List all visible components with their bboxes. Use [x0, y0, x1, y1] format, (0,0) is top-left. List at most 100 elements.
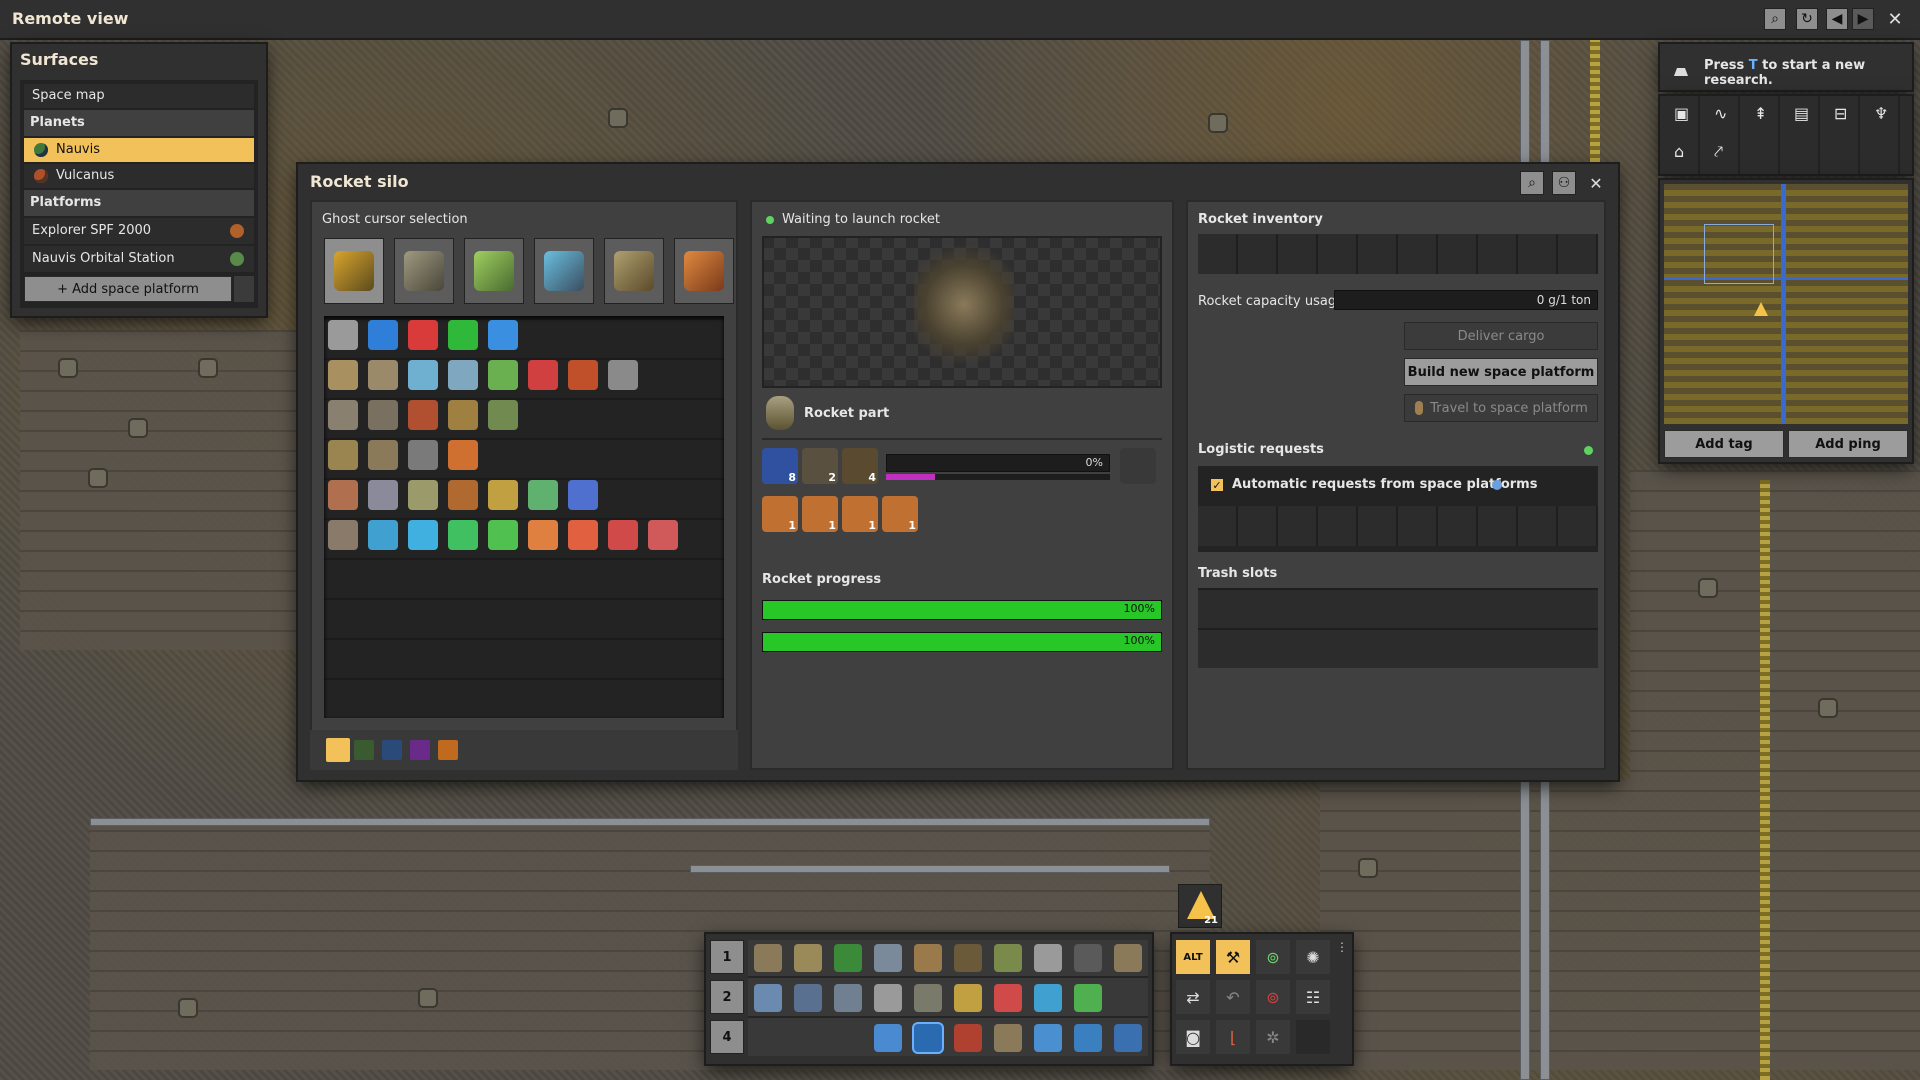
- item-icon[interactable]: [608, 360, 638, 390]
- quality-epic-icon[interactable]: [410, 740, 430, 760]
- quickbar-item[interactable]: [1034, 944, 1062, 972]
- trash-slots-grid[interactable]: [1198, 588, 1598, 668]
- item-icon[interactable]: [328, 520, 358, 550]
- close-icon[interactable]: ✕: [1884, 8, 1906, 30]
- quickbar-item[interactable]: [1074, 944, 1102, 972]
- quickbar-row-button[interactable]: 1: [710, 940, 744, 974]
- item-icon[interactable]: [488, 400, 518, 430]
- info-icon[interactable]: [1492, 480, 1502, 490]
- quickbar-item[interactable]: [794, 944, 822, 972]
- spidertron-icon[interactable]: ✲: [1256, 1020, 1290, 1054]
- more-icon[interactable]: ⋮: [1336, 940, 1348, 960]
- quickbar-item[interactable]: [874, 1024, 902, 1052]
- search-icon[interactable]: ⌕: [1764, 8, 1786, 30]
- empty-shortcut[interactable]: [1296, 1020, 1330, 1054]
- network-icon[interactable]: ⚇: [1552, 171, 1576, 195]
- quickbar-item[interactable]: [1074, 1024, 1102, 1052]
- item-icon[interactable]: [568, 480, 598, 510]
- item-icon[interactable]: [328, 440, 358, 470]
- ingredient-slot[interactable]: 8: [762, 448, 798, 484]
- tab-combat[interactable]: [604, 238, 664, 304]
- item-icon[interactable]: [448, 360, 478, 390]
- item-icon[interactable]: [528, 480, 558, 510]
- quickbar-item[interactable]: [994, 1024, 1022, 1052]
- stats-icon[interactable]: ∿: [1714, 104, 1727, 123]
- rail-planner-icon[interactable]: ☷: [1296, 980, 1330, 1014]
- deliver-cargo-button[interactable]: Deliver cargo: [1404, 322, 1598, 350]
- back-icon[interactable]: ◀: [1826, 8, 1848, 30]
- output-item[interactable]: 1: [762, 496, 798, 532]
- tab-production[interactable]: [394, 238, 454, 304]
- map-icon[interactable]: ▣: [1674, 104, 1689, 123]
- deconstruction-planner-icon[interactable]: [408, 320, 438, 350]
- factoriopedia-icon[interactable]: ▤: [1794, 104, 1809, 123]
- quickbar-item[interactable]: [754, 984, 782, 1012]
- quality-uncommon-icon[interactable]: [354, 740, 374, 760]
- quickbar-item[interactable]: [994, 984, 1022, 1012]
- alert-button[interactable]: 21: [1178, 884, 1222, 928]
- alt-mode-icon[interactable]: ALT: [1176, 940, 1210, 974]
- quickbar-item[interactable]: [1074, 984, 1102, 1012]
- output-item[interactable]: 1: [802, 496, 838, 532]
- space-map-item[interactable]: Space map: [24, 84, 254, 108]
- quality-legendary-icon[interactable]: [438, 740, 458, 760]
- item-icon[interactable]: [568, 360, 598, 390]
- achievements-icon[interactable]: ♆: [1874, 104, 1888, 123]
- item-icon[interactable]: [368, 440, 398, 470]
- item-icon[interactable]: [408, 360, 438, 390]
- quickbar-item[interactable]: [954, 984, 982, 1012]
- green-wire-icon[interactable]: ⊚: [1256, 940, 1290, 974]
- add-space-platform-button[interactable]: + Add space platform: [24, 276, 232, 302]
- item-icon[interactable]: [368, 360, 398, 390]
- item-icon[interactable]: [328, 400, 358, 430]
- quickbar-item[interactable]: [994, 944, 1022, 972]
- quickbar-item-selected[interactable]: [914, 1024, 942, 1052]
- deconstruct-icon[interactable]: [328, 320, 358, 350]
- tab-unsorted[interactable]: [674, 238, 734, 304]
- build-space-platform-button[interactable]: Build new space platform: [1404, 358, 1598, 386]
- quickbar-item[interactable]: [754, 944, 782, 972]
- minimap[interactable]: [1664, 184, 1908, 424]
- item-icon[interactable]: [368, 520, 398, 550]
- blueprint-library-icon[interactable]: ⤤: [1714, 142, 1723, 162]
- quickbar-item[interactable]: [794, 984, 822, 1012]
- wrench-icon[interactable]: ⚒: [1216, 940, 1250, 974]
- item-icon[interactable]: [408, 480, 438, 510]
- copy-icon[interactable]: ⇄: [1176, 980, 1210, 1014]
- quality-rare-icon[interactable]: [382, 740, 402, 760]
- quickbar-item[interactable]: [1114, 1024, 1142, 1052]
- search-icon[interactable]: ⌕: [1520, 171, 1544, 195]
- refresh-icon[interactable]: ↻: [1796, 8, 1818, 30]
- tips-icon[interactable]: ⌂: [1674, 142, 1684, 161]
- quickbar-item[interactable]: [874, 944, 902, 972]
- ingredient-slot[interactable]: 4: [842, 448, 878, 484]
- research-banner[interactable]: Press T to start a new research.: [1660, 44, 1912, 90]
- quickbar-row-button[interactable]: 4: [710, 1020, 744, 1054]
- logistics-icon[interactable]: ⇞: [1754, 104, 1767, 123]
- item-icon[interactable]: [448, 520, 478, 550]
- item-icon[interactable]: [408, 520, 438, 550]
- item-icon[interactable]: [488, 480, 518, 510]
- ghost-item-grid[interactable]: [324, 316, 724, 718]
- item-icon[interactable]: [648, 520, 678, 550]
- output-item[interactable]: 1: [842, 496, 878, 532]
- add-tag-button[interactable]: Add tag: [1664, 430, 1784, 458]
- item-icon[interactable]: [408, 440, 438, 470]
- blueprint-icon[interactable]: [368, 320, 398, 350]
- quickbar-item[interactable]: [874, 984, 902, 1012]
- artillery-icon[interactable]: ⌊: [1216, 1020, 1250, 1054]
- quickbar-item[interactable]: [954, 1024, 982, 1052]
- planet-item-nauvis[interactable]: Nauvis: [24, 138, 254, 162]
- tab-space[interactable]: [534, 238, 594, 304]
- logistic-request-slots[interactable]: [1198, 506, 1598, 546]
- quickbar-item[interactable]: [914, 944, 942, 972]
- quickbar-item[interactable]: [834, 944, 862, 972]
- item-icon[interactable]: [408, 400, 438, 430]
- item-icon[interactable]: [368, 400, 398, 430]
- item-icon[interactable]: [528, 360, 558, 390]
- item-icon[interactable]: [328, 360, 358, 390]
- quickbar-item[interactable]: [834, 984, 862, 1012]
- output-item[interactable]: 1: [882, 496, 918, 532]
- item-icon[interactable]: [528, 520, 558, 550]
- upgrade-planner-icon[interactable]: [448, 320, 478, 350]
